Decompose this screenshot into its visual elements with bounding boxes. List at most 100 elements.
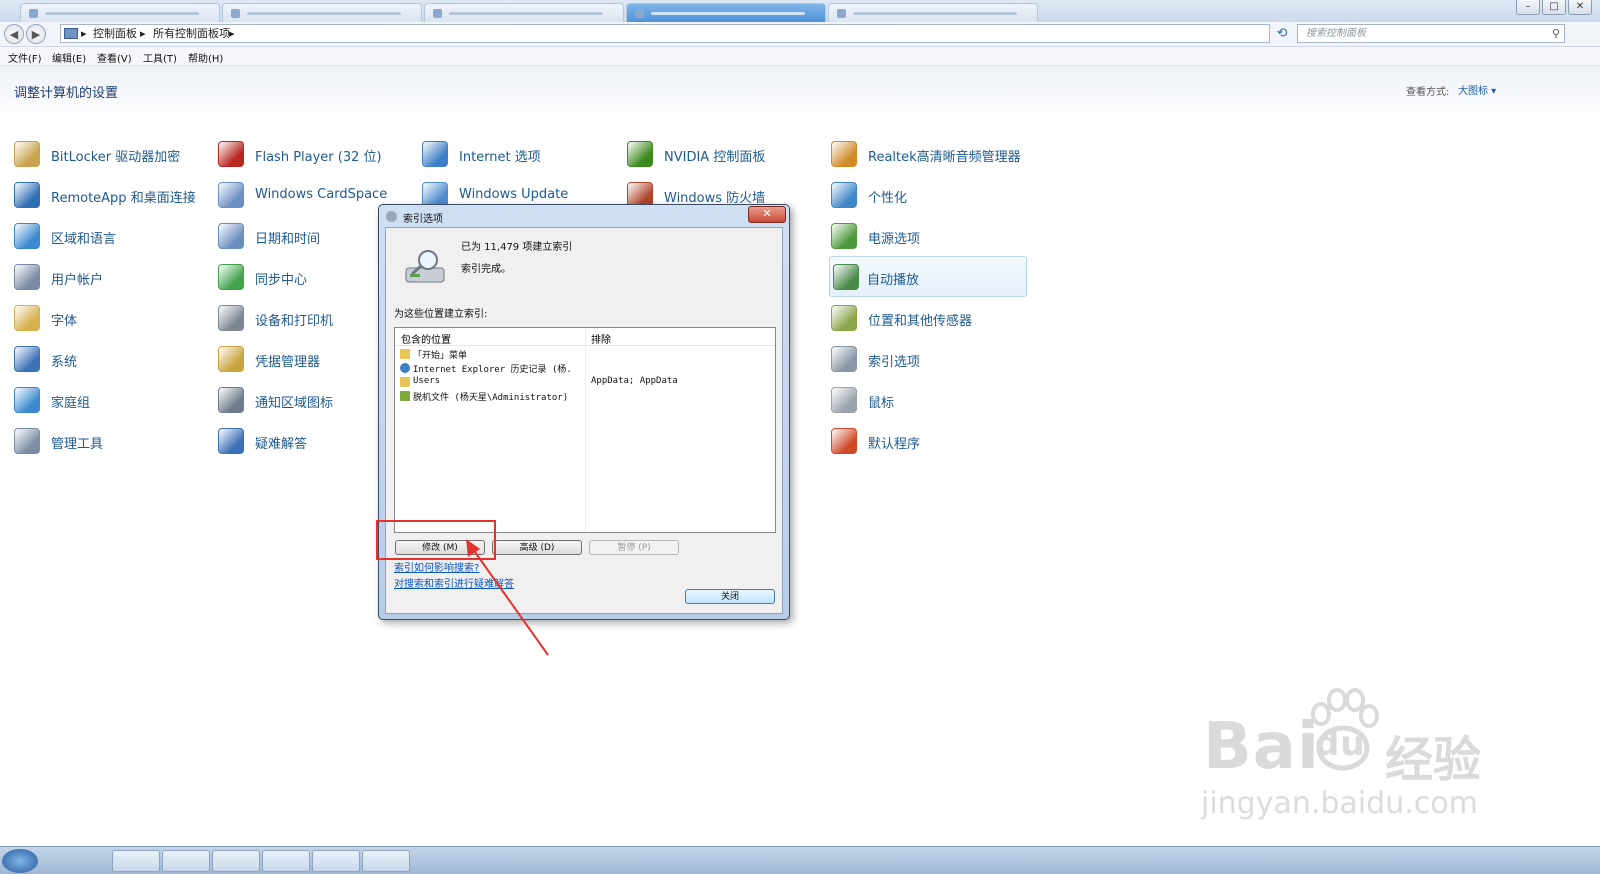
tab-4-active[interactable]: [626, 3, 826, 22]
menu-tools[interactable]: 工具(T): [143, 50, 177, 65]
index-locations-label: 为这些位置建立索引:: [394, 309, 488, 320]
item-indexing[interactable]: 索引选项: [831, 342, 1031, 376]
watermark-jingyan: 经验: [1385, 732, 1482, 788]
notification-icon: [218, 387, 244, 413]
column-included[interactable]: 包含的位置: [401, 331, 451, 346]
search-input[interactable]: 搜索控制面板 ⚲: [1297, 24, 1565, 43]
tab-3[interactable]: [424, 3, 624, 22]
tab-1[interactable]: [20, 3, 220, 22]
remoteapp-icon: [14, 182, 40, 208]
taskbar-app-6[interactable]: [362, 850, 410, 872]
taskbar-app-5[interactable]: [312, 850, 360, 872]
search-icon[interactable]: ⚲: [1552, 25, 1560, 42]
locations-list[interactable]: 包含的位置 排除 「开始」菜单 Internet Explorer 历史记录 (杨…: [394, 327, 776, 533]
item-bitlocker[interactable]: BitLocker 驱动器加密: [14, 137, 214, 171]
watermark-url: jingyan.baidu.com: [1201, 786, 1478, 821]
back-button[interactable]: ◀: [4, 24, 24, 44]
item-internet-options[interactable]: Internet 选项: [422, 137, 622, 171]
maximize-button[interactable]: □: [1542, 0, 1566, 15]
taskbar-app-3[interactable]: [212, 850, 260, 872]
location-row[interactable]: 「开始」菜单: [398, 347, 772, 361]
internet-options-icon: [422, 141, 448, 167]
item-remoteapp[interactable]: RemoteApp 和桌面连接: [14, 178, 214, 212]
item-label: 区域和语言: [51, 232, 117, 247]
item-label: 用户帐户: [51, 273, 104, 288]
item-label: 通知区域图标: [255, 396, 334, 411]
location-row[interactable]: Users AppData; AppData: [398, 375, 772, 389]
item-admin-tools[interactable]: 管理工具: [14, 424, 214, 458]
address-row: ◀ ▶ ▸ 控制面板 ▸ 所有控制面板项 ▸ ⟲ 搜索控制面板 ⚲: [0, 22, 1600, 47]
how-indexing-affects-search-link[interactable]: 索引如何影响搜索?: [394, 559, 479, 574]
item-flash[interactable]: Flash Player (32 位): [218, 137, 418, 171]
personalization-icon: [831, 182, 857, 208]
dialog-title: 索引选项: [403, 214, 443, 225]
item-label: 索引选项: [868, 355, 921, 370]
item-label: 同步中心: [255, 273, 308, 288]
forward-button[interactable]: ▶: [26, 24, 46, 44]
item-label: 位置和其他传感器: [868, 314, 973, 329]
item-power[interactable]: 电源选项: [831, 219, 1031, 253]
tab-2[interactable]: [222, 3, 422, 22]
breadcrumb-control-panel[interactable]: 控制面板: [93, 25, 137, 42]
item-user-accounts[interactable]: 用户帐户: [14, 260, 214, 294]
indexing-icon: [386, 211, 397, 222]
item-label: 系统: [51, 355, 78, 370]
menu-help[interactable]: 帮助(H): [188, 50, 223, 65]
item-label: 凭据管理器: [255, 355, 321, 370]
column-exclude[interactable]: 排除: [591, 331, 611, 346]
item-personalization[interactable]: 个性化: [831, 178, 1031, 212]
item-label: 鼠标: [868, 396, 895, 411]
watermark-brand-2: du: [1315, 724, 1366, 764]
dialog-close-button[interactable]: ✕: [748, 206, 786, 223]
taskbar-app-1[interactable]: [112, 850, 160, 872]
breadcrumb-all-items[interactable]: 所有控制面板项: [153, 25, 230, 42]
indexing-status: 索引完成。: [461, 264, 511, 275]
admin-tools-icon: [14, 428, 40, 454]
nvidia-icon: [627, 141, 653, 167]
view-by-dropdown[interactable]: 大图标 ▾: [1458, 82, 1496, 97]
item-default-programs[interactable]: 默认程序: [831, 424, 1031, 458]
offline-files-icon: [400, 391, 410, 401]
menu-file[interactable]: 文件(F): [8, 50, 42, 65]
view-by-label: 查看方式:: [1406, 87, 1450, 98]
item-fonts[interactable]: 字体: [14, 301, 214, 335]
breadcrumb-separator: ▸: [140, 27, 146, 40]
credentials-icon: [218, 346, 244, 372]
address-bar[interactable]: ▸ 控制面板 ▸ 所有控制面板项 ▸: [60, 24, 1270, 43]
item-sensors[interactable]: 位置和其他传感器: [831, 301, 1031, 335]
location-name: Users: [413, 376, 441, 386]
location-row[interactable]: Internet Explorer 历史记录 (杨...: [398, 361, 772, 375]
item-realtek[interactable]: Realtek高清晰音频管理器: [831, 137, 1031, 171]
tab-5[interactable]: [828, 3, 1038, 22]
troubleshoot-search-link[interactable]: 对搜索和索引进行疑难解答: [394, 575, 514, 590]
advanced-button[interactable]: 高级 (D): [492, 540, 582, 555]
item-label: Flash Player (32 位): [255, 150, 382, 165]
item-label: 自动播放: [867, 273, 920, 288]
item-system[interactable]: 系统: [14, 342, 214, 376]
item-nvidia[interactable]: NVIDIA 控制面板: [627, 137, 827, 171]
breadcrumb-separator: ▸: [229, 27, 235, 40]
fonts-icon: [14, 305, 40, 331]
location-row[interactable]: 脱机文件 (杨天星\Administrator): [398, 389, 772, 403]
item-label: 默认程序: [868, 437, 921, 452]
menu-edit[interactable]: 编辑(E): [52, 50, 86, 65]
close-button[interactable]: ✕: [1568, 0, 1592, 15]
pause-button[interactable]: 暂停 (P): [589, 540, 679, 555]
item-mouse[interactable]: 鼠标: [831, 383, 1031, 417]
taskbar-app-4[interactable]: [262, 850, 310, 872]
control-panel-icon: [64, 28, 78, 39]
folder-icon: [400, 349, 410, 359]
item-label: 日期和时间: [255, 232, 321, 247]
refresh-icon[interactable]: ⟲: [1273, 25, 1291, 42]
close-dialog-button[interactable]: 关闭: [685, 589, 775, 604]
start-button[interactable]: [2, 849, 38, 873]
minimize-button[interactable]: –: [1516, 0, 1540, 15]
item-region[interactable]: 区域和语言: [14, 219, 214, 253]
menu-view[interactable]: 查看(V): [97, 50, 132, 65]
item-homegroup[interactable]: 家庭组: [14, 383, 214, 417]
ie-icon: [400, 363, 410, 373]
autoplay-icon: [833, 264, 859, 290]
taskbar-app-2[interactable]: [162, 850, 210, 872]
item-autoplay[interactable]: 自动播放: [829, 256, 1027, 297]
location-exclude: AppData; AppData: [591, 376, 678, 386]
